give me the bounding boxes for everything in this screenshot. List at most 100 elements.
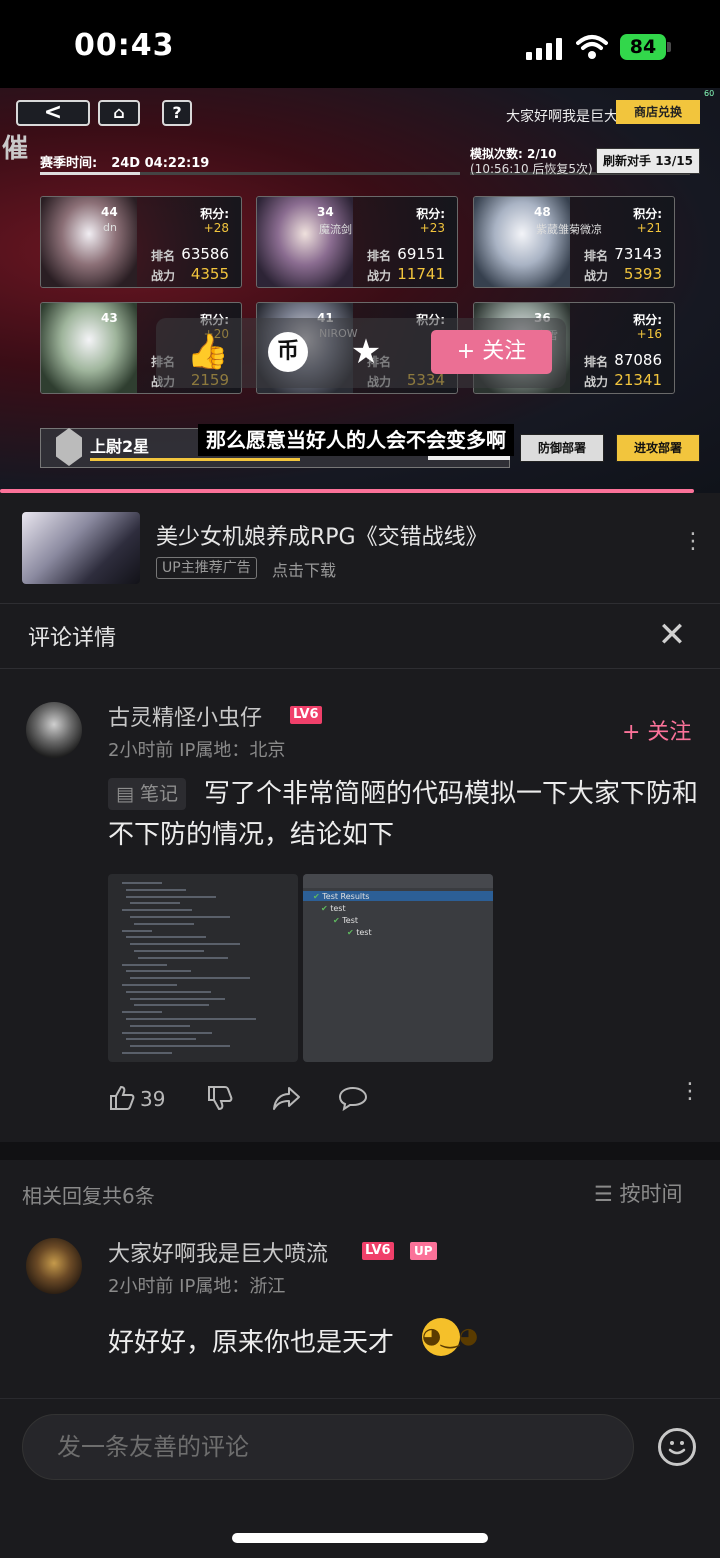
code-line [122,1052,172,1054]
season-value: 24D 04:22:19 [111,156,210,171]
ad-download-link[interactable]: 点击下载 [272,557,336,581]
test-row: ✔ Test [333,916,359,925]
code-line [130,997,225,1000]
ad-title[interactable]: 美少女机娘养成RPG《交错战线》 [156,519,488,551]
code-line [126,1038,196,1041]
reply-text: 好好好，原来你也是天才 [108,1328,395,1358]
code-line [126,936,206,939]
comment-image-code[interactable] [108,874,298,1062]
game-home-icon[interactable]: ⌂ [98,100,140,126]
opponent-portrait [474,197,570,287]
note-tag[interactable]: ▤ 笔记 [108,778,187,810]
comment-username[interactable]: 古灵精怪小虫仔 [108,700,262,732]
attack-button: 进攻部署 [616,434,700,462]
comment-text: 写了个非常简陋的代码模拟一下大家下防和不下防的情况，结论如下 [108,774,698,856]
score-label: 积分: [633,313,662,327]
opponent-portrait [41,197,137,287]
opponent-name: dn [103,221,117,234]
note-icon: ▤ [116,783,134,805]
score-label: 积分: [416,207,445,221]
share-icon[interactable] [272,1084,302,1119]
corner-counter: 60 [704,89,715,98]
code-line [130,943,240,946]
opponent-portrait [41,303,137,393]
close-icon[interactable]: ✕ [656,618,688,652]
reply-avatar[interactable] [26,1238,82,1294]
code-line [130,977,250,980]
wifi-icon [576,35,608,59]
code-line [138,956,228,959]
season-label: 赛季时间: [40,156,98,171]
game-back-button[interactable]: < [16,100,90,126]
avatar[interactable] [26,702,82,758]
video-progress-bar[interactable] [0,489,694,493]
test-toolbar [303,874,493,888]
ad-more-icon[interactable]: ⋮ [682,531,704,564]
code-line [122,1031,212,1034]
code-line [122,1011,162,1014]
coin-icon[interactable]: 币 [268,332,308,372]
score-label: 积分: [633,207,662,221]
season-timeline [40,172,460,175]
code-line [122,963,167,966]
follow-button[interactable]: + 关注 [622,714,691,746]
video-follow-button[interactable]: + 关注 [431,330,552,374]
test-row-label: test [330,904,346,913]
comment-image-test-results[interactable]: ✔ Test Results ✔ test ✔ Test ✔ test [303,874,493,1062]
test-row-label: test [356,928,372,937]
code-line [130,902,180,905]
score-value: +16 [636,327,662,341]
code-line [130,1045,230,1048]
divider [0,668,720,669]
power-value: 4355 [190,265,229,283]
rank-value: 87086 [614,351,662,369]
opponent-card: 48 紫葳雏菊微凉 积分: +21 排名 73143 战力 5393 [473,196,675,288]
comment-meta: 2小时前 IP属地：北京 [108,740,286,761]
rank-value: 63586 [181,245,229,263]
code-line [126,888,186,891]
reply-level-badge: LV6 [362,1242,394,1260]
game-shop-button: 商店兑换 [616,100,700,124]
opponent-portrait [257,197,353,287]
note-tag-label: 笔记 [140,783,179,805]
level-badge: LV6 [290,706,322,724]
score-value: +23 [419,221,445,235]
opponent-card: 44 dn 积分: +28 排名 63586 战力 4355 [40,196,242,288]
comment-more-icon[interactable]: ⋮ [679,1081,701,1114]
power-label: 战力 [151,269,176,283]
sim-value: 2/10 [527,147,557,161]
video-subtitle: 那么愿意当好人的人会不会变多啊 [198,424,514,456]
code-line [126,970,191,973]
defense-button: 防御部署 [520,434,604,462]
test-row-label: Test [342,916,359,925]
code-line [126,990,211,993]
rank-label: 排名 [584,355,609,369]
reply-username[interactable]: 大家好啊我是巨大喷流 [108,1236,328,1268]
power-value: 5393 [623,265,662,283]
opponent-level: 34 [317,205,334,219]
emoji-picker-icon[interactable] [658,1428,696,1466]
code-line [126,895,216,898]
sort-toggle[interactable]: ☰ 按时间 [594,1178,683,1208]
like-icon[interactable] [108,1084,136,1119]
opponent-name: 紫葳雏菊微凉 [536,223,602,236]
ad-thumbnail[interactable] [22,512,140,584]
code-line [134,950,204,952]
rank-label: 排名 [367,249,392,263]
dislike-icon[interactable] [206,1084,234,1119]
rank-value: 69151 [397,245,445,263]
battery-icon: 84 [620,34,666,60]
code-line [122,909,192,912]
game-help-button[interactable]: ? [162,100,192,126]
star-icon[interactable]: ★ [344,330,388,374]
sim-count: 模拟次数: 2/10 (10:56:10 后恢复5次) [470,147,593,177]
reply-icon[interactable] [338,1084,368,1119]
opponent-name: 魔流剑 [319,223,352,236]
test-results-row: ✔ Test Results [313,892,370,901]
power-value: 21341 [614,371,662,389]
test-results-label: Test Results [322,892,370,901]
comment-input[interactable]: 发一条友善的评论 [22,1414,634,1480]
rank-label: 排名 [584,249,609,263]
code-line [126,1018,256,1020]
thumbs-up-icon[interactable]: 👍 [186,330,230,374]
